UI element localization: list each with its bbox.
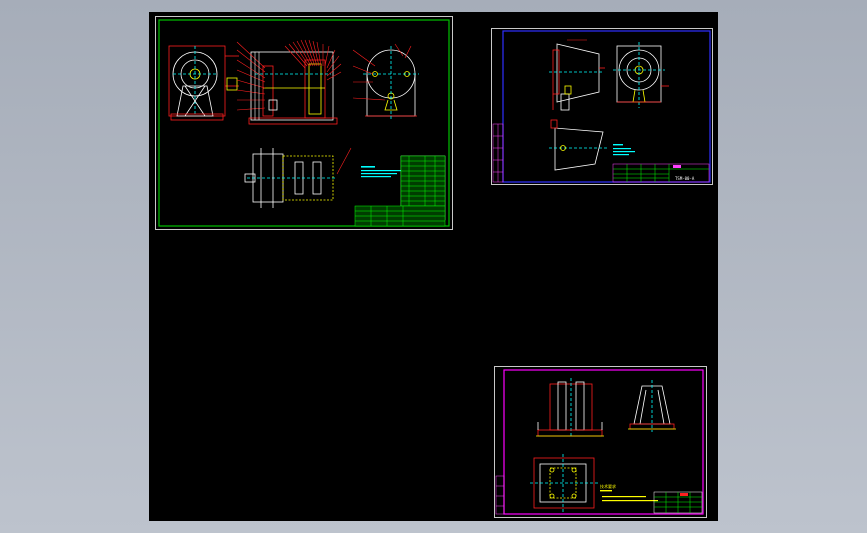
bracket-front-view <box>536 378 604 438</box>
bracket-notes-heading: 技术要求 <box>600 483 616 489</box>
cad-drawing-canvas[interactable]: TSM-00-A 技术要求 <box>149 12 718 521</box>
assembly-drawing-sheet[interactable] <box>155 16 453 230</box>
housing-detail-view <box>549 119 607 171</box>
bracket-title-block <box>653 491 703 514</box>
top-view <box>244 147 352 208</box>
part-drawing-housing-sheet[interactable]: TSM-00-A <box>491 28 713 185</box>
bracket-side-view <box>628 380 676 432</box>
bracket-binding-margin-strip <box>495 475 505 515</box>
bracket-notes <box>600 490 658 502</box>
housing-side-view <box>613 42 669 108</box>
housing-notes <box>613 144 635 156</box>
technical-notes <box>361 166 401 178</box>
binding-margin-strip <box>492 123 504 183</box>
bracket-top-view <box>530 454 598 512</box>
title-block-code: TSM-00-A <box>675 176 695 181</box>
part-drawing-bracket-sheet[interactable]: 技术要求 <box>494 366 707 518</box>
section-view <box>236 39 342 125</box>
housing-title-block <box>612 163 710 183</box>
right-view <box>352 43 419 120</box>
front-view <box>168 45 239 121</box>
housing-front-view <box>549 39 605 111</box>
